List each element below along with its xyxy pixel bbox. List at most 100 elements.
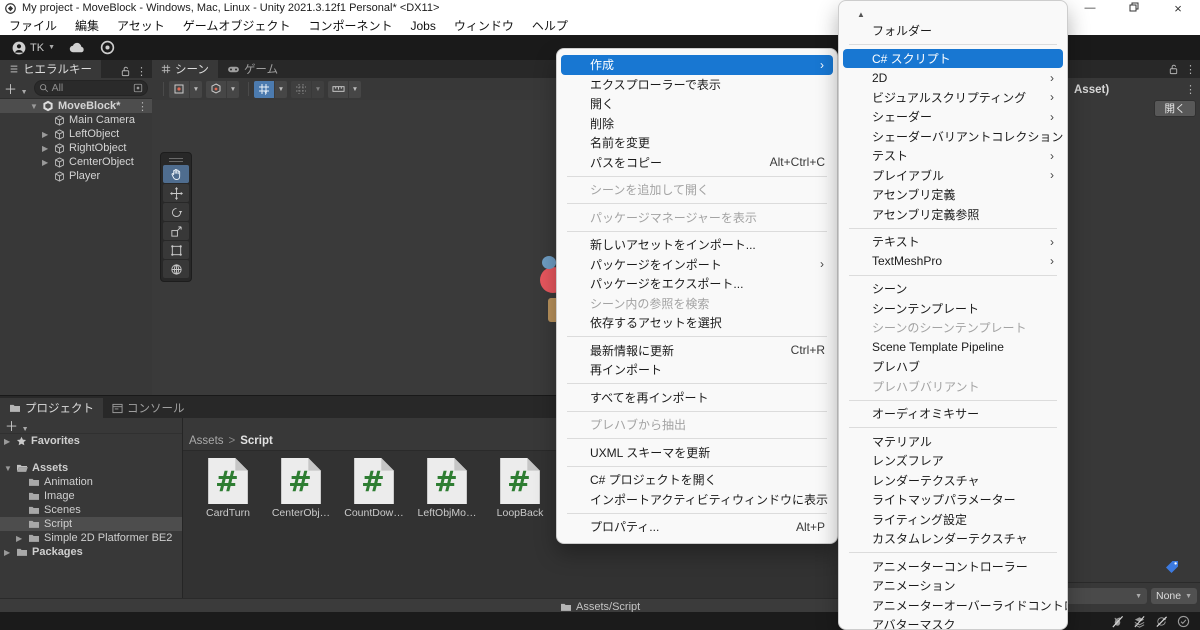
asset-item[interactable]: # LeftObjMo… (412, 457, 482, 519)
cloud-icon[interactable] (69, 42, 86, 53)
add-asset-button[interactable]: ＋ ▼ (5, 416, 29, 435)
hierarchy-item[interactable]: ▶ RightObject (0, 141, 152, 155)
menu-item[interactable]: 再インポート (561, 360, 833, 380)
project-tree-item[interactable]: ▶ Packages (0, 545, 182, 559)
menu-item[interactable]: レンズフレア (843, 451, 1063, 471)
project-tree-item[interactable]: ▶ Favorites (0, 434, 182, 448)
menu-item[interactable]: レンダーテクスチャ (843, 471, 1063, 491)
chevron-down-icon[interactable]: ▼ (226, 80, 239, 98)
menu-item[interactable]: テスト › (843, 146, 1063, 166)
kebab-menu-icon[interactable]: ⋮ (136, 65, 147, 78)
add-object-button[interactable]: ＋ ▼ (4, 79, 28, 98)
project-tree-item[interactable]: Scenes (0, 503, 182, 517)
menu-item[interactable]: ビジュアルスクリプティング › (843, 88, 1063, 108)
menu-item[interactable]: マテリアル (843, 432, 1063, 452)
expand-arrow-icon[interactable]: ▼ (4, 464, 12, 473)
menu-item[interactable]: アバターマスク (843, 615, 1063, 629)
expand-arrow-icon[interactable]: ▶ (16, 534, 22, 543)
search-picker-icon[interactable] (133, 83, 143, 93)
menu-item[interactable]: カスタムレンダーテクスチャ (843, 529, 1063, 549)
progress-check-icon[interactable] (1177, 615, 1190, 628)
menu-item[interactable]: UXML スキーマを更新 (561, 443, 833, 463)
plastic-scm-icon[interactable] (100, 40, 115, 55)
expand-arrow-icon[interactable]: ▼ (30, 102, 38, 111)
expand-arrow-icon[interactable]: ▶ (42, 144, 48, 153)
asset-item[interactable]: # CountDow… (339, 457, 409, 519)
menu-item[interactable]: アニメーション (843, 576, 1063, 596)
minimize-button[interactable]: — (1068, 2, 1112, 14)
project-tree-item[interactable]: Image (0, 489, 182, 503)
menu-item[interactable]: 最新情報に更新 Ctrl+R (561, 341, 833, 361)
tab-hierarchy[interactable]: ヒエラルキー (0, 60, 101, 78)
chevron-down-icon[interactable]: ▼ (189, 80, 202, 98)
chevron-down-icon[interactable]: ▼ (274, 80, 287, 98)
menu-item[interactable]: エクスプローラーで表示 (561, 75, 833, 95)
asset-item[interactable]: # CenterObj… (266, 457, 336, 519)
menu-item[interactable]: テキスト › (843, 232, 1063, 252)
tab-scene[interactable]: シーン (152, 60, 218, 78)
project-tree-item[interactable]: Script (0, 517, 182, 531)
menu-item[interactable]: シェーダーバリアントコレクション (843, 127, 1063, 147)
rect-tool-button[interactable] (163, 241, 189, 259)
hierarchy-item[interactable]: ▶ CenterObject (0, 155, 152, 169)
expand-arrow-icon[interactable]: ▶ (4, 437, 10, 446)
hierarchy-item[interactable]: Player (0, 169, 152, 183)
project-tree-item[interactable]: ▼ Assets (0, 461, 182, 475)
chevron-down-icon[interactable]: ▼ (311, 80, 324, 98)
hand-tool-button[interactable] (163, 165, 189, 183)
menu-item[interactable]: アニメーターオーバーライドコントローラー (843, 596, 1067, 616)
asset-item[interactable]: # CardTurn (193, 457, 263, 519)
menubar-item[interactable]: ウィンドウ (445, 16, 523, 35)
hierarchy-item[interactable]: ▶ LeftObject (0, 127, 152, 141)
expand-arrow-icon[interactable]: ▶ (4, 548, 10, 557)
menu-item[interactable]: 作成 › (561, 55, 833, 75)
project-tree-item[interactable]: ▶ Simple 2D Platformer BE2 (0, 531, 182, 545)
layers-disabled-icon[interactable] (1133, 615, 1146, 628)
menu-item[interactable]: シェーダー › (843, 107, 1063, 127)
asset-bundle-variant-dropdown[interactable]: None ▼ (1151, 588, 1197, 604)
menu-item[interactable]: すべてを再インポート (561, 388, 833, 408)
asset-item[interactable]: # LoopBack (485, 457, 555, 519)
menu-item[interactable]: 依存するアセットを選択 (561, 313, 833, 333)
menu-item[interactable]: プレイアブル › (843, 166, 1063, 186)
menu-item[interactable]: C# スクリプト (843, 48, 1063, 68)
menu-item[interactable]: フォルダー (843, 21, 1063, 41)
close-button[interactable]: × (1156, 1, 1200, 16)
transform-tool-button[interactable] (163, 260, 189, 278)
menu-item[interactable]: C# プロジェクトを開く (561, 470, 833, 490)
orientation-button[interactable]: ▼ (206, 80, 239, 98)
kebab-menu-icon[interactable]: ⋮ (1185, 63, 1196, 76)
menu-item[interactable]: パッケージをインポート › (561, 255, 833, 275)
palette-drag-handle[interactable] (162, 155, 190, 164)
account-dropdown[interactable]: TK ▼ (12, 41, 55, 55)
hierarchy-scene-row[interactable]: ▼ MoveBlock* ⋮ (0, 99, 152, 113)
project-tree-item[interactable]: Animation (0, 475, 182, 489)
breadcrumb-root[interactable]: Assets (189, 435, 224, 447)
menu-item[interactable]: ライティング設定 (843, 510, 1063, 530)
menubar-item[interactable]: Jobs (401, 16, 444, 35)
menu-item[interactable]: Scene Template Pipeline (843, 338, 1063, 358)
open-script-button[interactable]: 開く (1154, 100, 1196, 117)
tab-project[interactable]: プロジェクト (0, 398, 103, 418)
chevron-down-icon[interactable]: ▼ (348, 80, 361, 98)
menu-item[interactable]: 名前を変更 (561, 133, 833, 153)
kebab-menu-icon[interactable]: ⋮ (137, 100, 148, 113)
menu-item[interactable]: プレハブ (843, 357, 1063, 377)
hierarchy-item[interactable]: Main Camera (0, 113, 152, 127)
kebab-menu-icon[interactable]: ⋮ (1185, 83, 1196, 96)
lock-icon[interactable] (120, 66, 131, 77)
menu-item[interactable]: パッケージをエクスポート... (561, 274, 833, 294)
menu-item[interactable]: アセンブリ定義 (843, 185, 1063, 205)
asset-labels-tag-icon[interactable] (1165, 560, 1179, 574)
scale-tool-button[interactable] (163, 222, 189, 240)
measure-button[interactable]: ▼ (328, 80, 361, 98)
menu-item[interactable]: オーディオミキサー (843, 404, 1063, 424)
restore-button[interactable] (1112, 2, 1156, 15)
auto-refresh-disabled-icon[interactable] (1155, 615, 1168, 628)
menu-item[interactable]: 削除 (561, 114, 833, 134)
menu-item[interactable]: インポートアクティビティウィンドウに表示 (561, 490, 833, 510)
breadcrumb-current[interactable]: Script (240, 435, 273, 447)
menu-item[interactable]: TextMeshPro › (843, 252, 1063, 272)
expand-arrow-icon[interactable]: ▶ (42, 158, 48, 167)
menubar-item[interactable]: コンポーネント (299, 16, 401, 35)
